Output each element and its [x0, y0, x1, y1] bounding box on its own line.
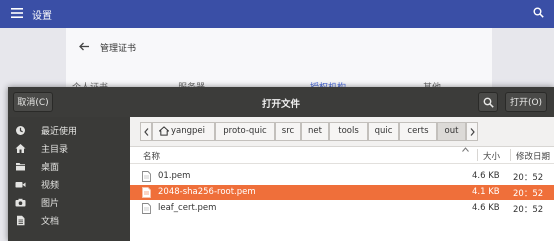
- file-row[interactable]: 01.pem 4.6 KB 20：52: [130, 169, 554, 184]
- file-modified: 20：52: [513, 205, 544, 215]
- file-modified: 20：52: [513, 173, 544, 183]
- breadcrumb-label: yangpei: [171, 126, 206, 136]
- file-row[interactable]: leaf_cert.pem 4.6 KB 20：52: [130, 201, 554, 216]
- breadcrumb-item[interactable]: proto-quic: [215, 122, 275, 141]
- column-divider[interactable]: [477, 149, 478, 161]
- column-divider[interactable]: [510, 149, 511, 161]
- file-size: 4.6 KB: [472, 203, 500, 213]
- column-header-name[interactable]: 名称: [143, 150, 160, 162]
- home-icon: [159, 126, 169, 136]
- search-icon: [479, 97, 497, 108]
- sidebar-item-label: 最近使用: [41, 127, 78, 137]
- back-arrow-icon[interactable]: [79, 42, 89, 51]
- sidebar-item-label: 文档: [41, 217, 60, 227]
- breadcrumb-item[interactable]: net: [301, 122, 329, 141]
- column-header-row: 名称 大小 修改日期: [130, 147, 554, 164]
- file-row-selected[interactable]: 2048-sha256-root.pem 4.1 KB 20：52: [130, 185, 554, 200]
- search-icon[interactable]: [533, 7, 544, 18]
- breadcrumb-scroll-right[interactable]: [466, 122, 478, 141]
- breadcrumb: yangpei proto-quic src net tools quic ce…: [130, 117, 554, 147]
- text-file-icon: [142, 187, 151, 198]
- chevron-right-icon: [467, 128, 477, 136]
- sidebar-item-pictures[interactable]: 图片: [8, 193, 130, 211]
- chevron-left-icon: [141, 128, 151, 136]
- file-name: 01.pem: [158, 171, 191, 181]
- file-name: leaf_cert.pem: [158, 203, 217, 213]
- sidebar-item-home[interactable]: 主目录: [8, 139, 130, 157]
- sort-up-icon: [462, 147, 469, 152]
- file-modified: 20：52: [513, 189, 544, 199]
- hamburger-menu-icon[interactable]: [11, 8, 23, 18]
- file-size: 4.1 KB: [472, 187, 500, 197]
- sidebar-item-desktop[interactable]: 桌面: [8, 157, 130, 175]
- sidebar-item-label: 桌面: [41, 163, 60, 173]
- document-icon: [15, 215, 26, 226]
- breadcrumb-item[interactable]: src: [275, 122, 301, 141]
- sidebar-item-videos[interactable]: 视频: [8, 175, 130, 193]
- breadcrumb-item[interactable]: quic: [368, 122, 399, 141]
- breadcrumb-item[interactable]: tools: [329, 122, 368, 141]
- column-header-modified[interactable]: 修改日期: [516, 150, 550, 162]
- recent-icon: [15, 125, 26, 136]
- home-icon: [15, 143, 26, 154]
- column-header-size[interactable]: 大小: [483, 150, 500, 162]
- file-name: 2048-sha256-root.pem: [158, 187, 256, 197]
- text-file-icon: [142, 203, 151, 214]
- page-title: 管理证书: [100, 44, 137, 54]
- breadcrumb-item[interactable]: certs: [399, 122, 437, 141]
- search-button[interactable]: [478, 92, 498, 112]
- sidebar-item-label: 视频: [41, 181, 60, 191]
- text-file-icon: [142, 171, 151, 182]
- sidebar-item-label: 主目录: [41, 145, 69, 155]
- sidebar-item-recent[interactable]: 最近使用: [8, 121, 130, 139]
- file-size: 4.6 KB: [472, 171, 500, 181]
- camera-icon: [15, 197, 26, 208]
- cancel-button[interactable]: 取消(C): [13, 92, 53, 112]
- sidebar-item-label: 图片: [41, 199, 60, 209]
- open-button[interactable]: 打开(O): [505, 92, 547, 112]
- sidebar-item-documents[interactable]: 文档: [8, 211, 130, 229]
- settings-title: 设置: [32, 11, 52, 22]
- breadcrumb-item-home[interactable]: yangpei: [152, 122, 215, 141]
- breadcrumb-scroll-left[interactable]: [140, 122, 152, 141]
- video-icon: [15, 179, 26, 190]
- dialog-title: 打开文件: [261, 99, 300, 110]
- folder-icon: [15, 161, 26, 172]
- places-sidebar: 最近使用 主目录 桌面 视频 图片 文档: [8, 117, 130, 241]
- file-chooser-dialog: 取消(C) 打开文件 打开(O) 最近使用 主目录 桌面 视频 图片 文档 ya…: [8, 87, 554, 241]
- dialog-header: 取消(C) 打开文件 打开(O): [8, 87, 554, 117]
- settings-header-bar: 设置: [0, 0, 554, 28]
- file-browser-pane: yangpei proto-quic src net tools quic ce…: [130, 117, 554, 241]
- breadcrumb-item-current[interactable]: out: [437, 122, 466, 141]
